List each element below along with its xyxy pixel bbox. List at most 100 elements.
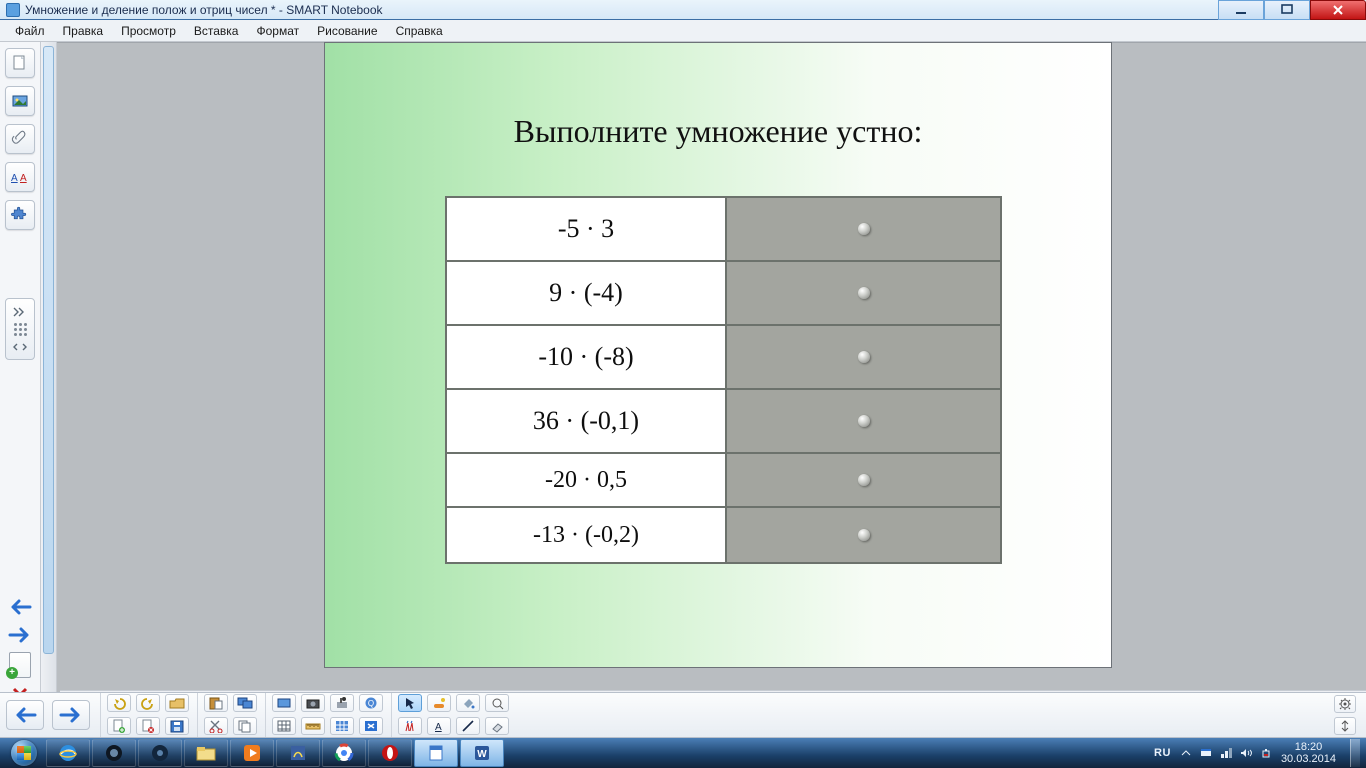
shape-recognition-tool[interactable] — [485, 694, 509, 712]
close-file-button[interactable] — [359, 717, 383, 735]
table-cell-answer-cover[interactable] — [727, 198, 1000, 260]
toolbar-settings-button[interactable] — [1334, 695, 1356, 713]
svg-text:A: A — [435, 722, 442, 733]
start-button[interactable] — [4, 738, 44, 768]
pens-tool[interactable] — [398, 717, 422, 735]
taskbar-app-2[interactable] — [138, 739, 182, 767]
redo-button[interactable] — [136, 694, 160, 712]
reveal-handle-icon — [858, 415, 870, 427]
window-controls — [1218, 0, 1366, 20]
text-tool[interactable]: A — [427, 717, 451, 735]
grid-insert-button[interactable] — [330, 717, 354, 735]
table-cell-expression: -20 · 0,5 — [447, 454, 727, 506]
tray-flag-icon[interactable] — [1199, 746, 1213, 760]
menu-draw[interactable]: Рисование — [308, 22, 386, 40]
table-button[interactable] — [272, 717, 296, 735]
tray-network-icon[interactable] — [1219, 746, 1233, 760]
tray-volume-icon[interactable] — [1239, 746, 1253, 760]
cut-button[interactable] — [204, 717, 228, 735]
close-button[interactable] — [1310, 0, 1366, 20]
clock-date: 30.03.2014 — [1281, 753, 1336, 765]
menu-help[interactable]: Справка — [387, 22, 452, 40]
table-cell-expression: 36 · (-0,1) — [447, 390, 727, 452]
language-indicator[interactable]: RU — [1154, 747, 1171, 759]
select-tool[interactable] — [398, 694, 422, 712]
menu-view[interactable]: Просмотр — [112, 22, 185, 40]
slide-page[interactable]: Выполните умножение устно: -5 · 3 9 · (-… — [325, 43, 1111, 667]
magic-pen-tool[interactable] — [427, 694, 451, 712]
taskbar-smart-notebook[interactable] — [414, 739, 458, 767]
window-title: Умножение и деление полож и отриц чисел … — [25, 3, 383, 17]
open-button[interactable] — [165, 694, 189, 712]
canvas-area[interactable]: Выполните умножение устно: -5 · 3 9 · (-… — [57, 42, 1366, 706]
menu-format[interactable]: Формат — [247, 22, 308, 40]
attachments-tab[interactable] — [5, 124, 35, 154]
toolbar-group-insert: Q — [265, 693, 391, 737]
screens-button[interactable] — [233, 694, 257, 712]
undo-button[interactable] — [107, 694, 131, 712]
clock-time: 18:20 — [1281, 741, 1336, 753]
svg-text:Q: Q — [368, 699, 374, 708]
prev-page-side-button[interactable] — [5, 596, 35, 618]
taskbar-ie[interactable] — [46, 739, 90, 767]
insert-question-button[interactable]: Q — [359, 694, 383, 712]
camera-button[interactable] — [301, 694, 325, 712]
doc-camera-button[interactable] — [330, 694, 354, 712]
paste-button[interactable] — [204, 694, 228, 712]
expand-icon — [13, 305, 27, 319]
menu-file[interactable]: Файл — [6, 22, 54, 40]
next-page-button[interactable] — [52, 700, 90, 730]
table-cell-expression: -10 · (-8) — [447, 326, 727, 388]
menu-insert[interactable]: Вставка — [185, 22, 248, 40]
table-cell-answer-cover[interactable] — [727, 390, 1000, 452]
left-tool-column: AA — [0, 42, 40, 706]
save-button[interactable] — [165, 717, 189, 735]
svg-text:W: W — [477, 749, 487, 760]
tray-clock[interactable]: 18:20 30.03.2014 — [1281, 741, 1336, 765]
sidebar-expander[interactable] — [5, 298, 35, 360]
minimize-button[interactable] — [1218, 0, 1264, 20]
table-cell-expression: -13 · (-0,2) — [447, 508, 727, 562]
table-cell-answer-cover[interactable] — [727, 454, 1000, 506]
tray-up-icon[interactable] — [1179, 746, 1193, 760]
copy-button[interactable] — [233, 717, 257, 735]
delete-file-button[interactable] — [136, 717, 160, 735]
ruler-button[interactable] — [301, 717, 325, 735]
fill-tool[interactable] — [456, 694, 480, 712]
gallery-tab[interactable] — [5, 86, 35, 116]
next-page-side-button[interactable] — [5, 624, 35, 646]
add-page-button[interactable] — [9, 652, 31, 678]
show-desktop-button[interactable] — [1350, 739, 1360, 767]
line-tool[interactable] — [456, 717, 480, 735]
prev-page-button[interactable] — [6, 700, 44, 730]
reveal-handle-icon — [858, 351, 870, 363]
page-sorter-tab[interactable] — [5, 48, 35, 78]
properties-tab[interactable]: AA — [5, 162, 35, 192]
taskbar-word[interactable]: W — [460, 739, 504, 767]
maximize-button[interactable] — [1264, 0, 1310, 20]
toolbar-move-button[interactable] — [1334, 717, 1356, 735]
toolbar-group-tools: A — [391, 693, 517, 737]
scrollbar-thumb[interactable] — [43, 46, 54, 654]
taskbar: W RU 18:20 30.03.2014 — [0, 738, 1366, 768]
eraser-tool[interactable] — [485, 717, 509, 735]
taskbar-chrome[interactable] — [322, 739, 366, 767]
svg-text:A: A — [11, 173, 18, 184]
reveal-handle-icon — [858, 223, 870, 235]
table-cell-answer-cover[interactable] — [727, 508, 1000, 562]
taskbar-app-3[interactable] — [276, 739, 320, 767]
addons-tab[interactable] — [5, 200, 35, 230]
screen-capture-button[interactable] — [272, 694, 296, 712]
bottom-toolbar: Q A — [0, 692, 1366, 738]
taskbar-opera[interactable] — [368, 739, 412, 767]
table-cell-answer-cover[interactable] — [727, 262, 1000, 324]
table-cell-answer-cover[interactable] — [727, 326, 1000, 388]
taskbar-app-1[interactable] — [92, 739, 136, 767]
tray-battery-icon[interactable] — [1259, 746, 1273, 760]
new-file-button[interactable] — [107, 717, 131, 735]
window-titlebar: Умножение и деление полож и отриц чисел … — [0, 0, 1366, 20]
vertical-scrollbar[interactable] — [40, 42, 57, 706]
taskbar-media[interactable] — [230, 739, 274, 767]
menu-edit[interactable]: Правка — [54, 22, 113, 40]
taskbar-explorer[interactable] — [184, 739, 228, 767]
